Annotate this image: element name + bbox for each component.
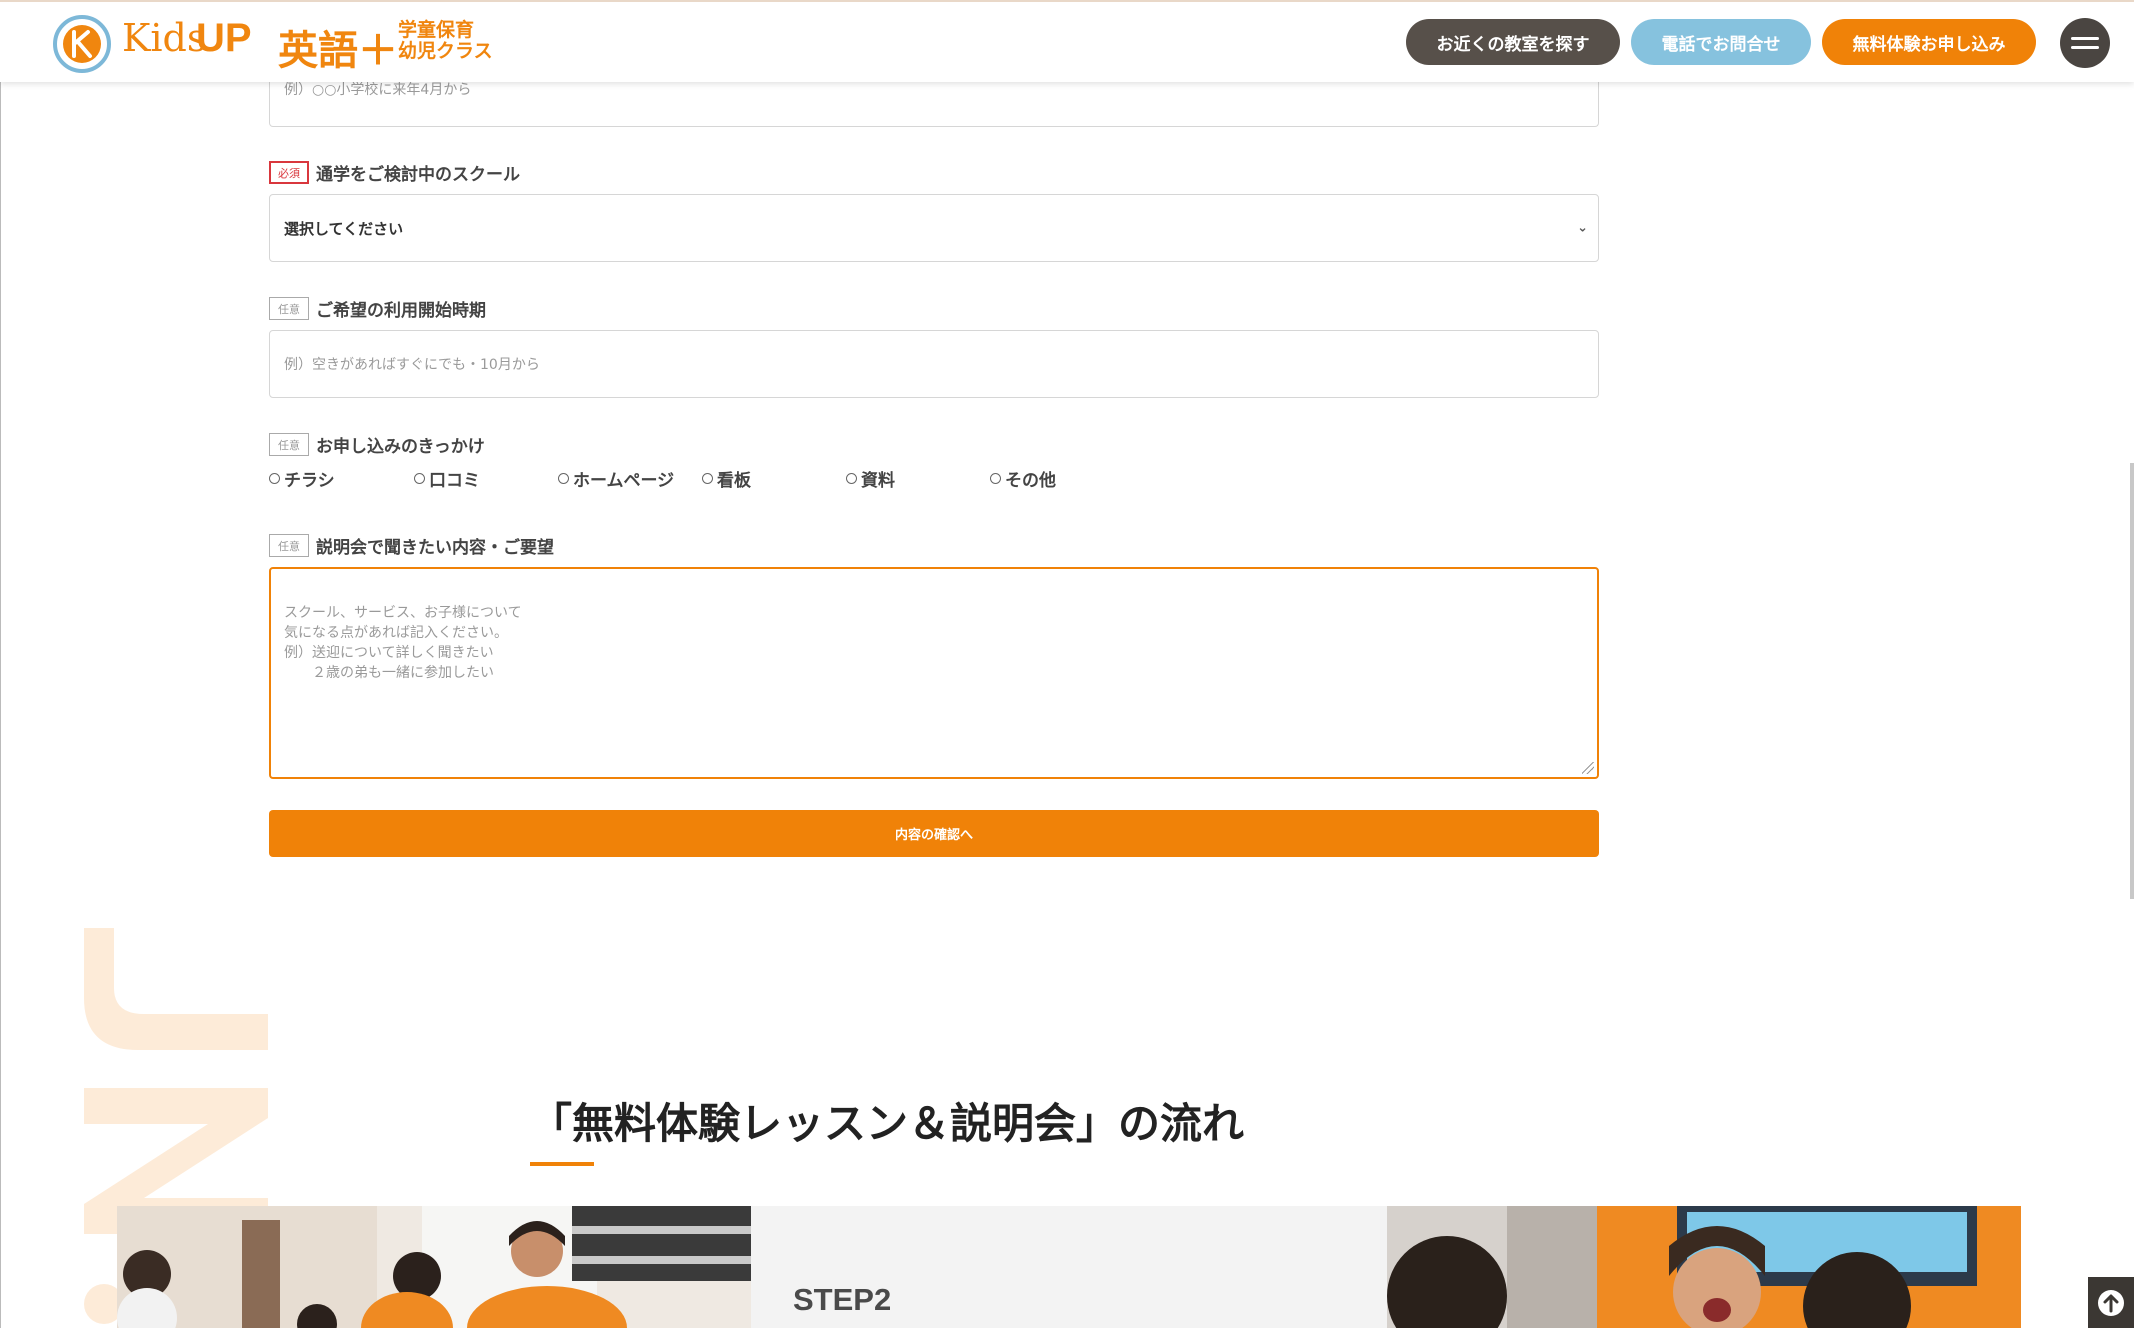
- start-time-placeholder: 例）空きがあればすぐにでも・10月から: [284, 357, 540, 373]
- radio-label: ホームページ: [573, 471, 675, 491]
- hamburger-bar: [2071, 37, 2099, 40]
- radio-circle-icon: [269, 473, 280, 484]
- start-time-label: ご希望の利用開始時期: [316, 301, 486, 321]
- request-label: 説明会で聞きたい内容・ご要望: [316, 538, 554, 558]
- resize-handle-icon[interactable]: [1582, 762, 1594, 774]
- school-select[interactable]: 選択してください ⌄: [269, 194, 1599, 262]
- start-time-input[interactable]: 例）空きがあればすぐにでも・10月から: [269, 330, 1599, 398]
- scrollbar-thumb[interactable]: [2130, 463, 2134, 899]
- chevron-down-icon: ⌄: [1577, 220, 1588, 236]
- arrow-up-circle-icon[interactable]: [2088, 1277, 2134, 1328]
- trigger-label: お申し込みのきっかけ: [316, 437, 485, 457]
- optional-badge: 任意: [269, 433, 309, 456]
- lesson-photo-left: [117, 1206, 751, 1328]
- radio-circle-icon: [846, 473, 857, 484]
- page-left-border: [0, 80, 1, 1328]
- start-time-label-row: 任意 ご希望の利用開始時期: [269, 296, 486, 321]
- logo-mark-icon[interactable]: [52, 14, 112, 74]
- site-header: Kids UP 英語＋ 学童保育 幼児クラス お近くの教室を探す 電話でお問合せ…: [0, 0, 2134, 82]
- radio-label: チラシ: [284, 471, 335, 491]
- request-placeholder: スクール、サービス、お子様について 気になる点があれば記入ください。 例）送迎に…: [284, 605, 522, 681]
- required-badge: 必須: [269, 161, 309, 184]
- radio-label: その他: [1005, 471, 1056, 491]
- previous-field-placeholder: 例）○○小学校に来年4月から: [284, 82, 472, 98]
- radio-label: 資料: [861, 471, 895, 491]
- trigger-label-row: 任意 お申し込みのきっかけ: [269, 432, 485, 457]
- radio-option-signboard[interactable]: 看板: [702, 466, 751, 491]
- hamburger-bar: [2071, 46, 2099, 49]
- title-underline: [530, 1162, 594, 1166]
- radio-option-other[interactable]: その他: [990, 466, 1056, 491]
- classroom-photo-icon: [117, 1206, 751, 1328]
- school-label: 通学をご検討中のスクール: [316, 165, 520, 185]
- logo-eigo-text[interactable]: 英語＋: [278, 18, 398, 76]
- arrow-up-glyph-icon: [2098, 1289, 2124, 1316]
- optional-badge: 任意: [269, 534, 309, 557]
- radio-circle-icon: [414, 473, 425, 484]
- radio-option-homepage[interactable]: ホームページ: [558, 466, 674, 491]
- school-label-row: 必須 通学をご検討中のスクール: [269, 160, 520, 185]
- school-select-value: 選択してください: [284, 219, 404, 238]
- radio-circle-icon: [990, 473, 1001, 484]
- teacher-photo-icon: [1387, 1206, 2021, 1328]
- confirm-button[interactable]: 内容の確認へ: [269, 810, 1599, 857]
- request-textarea[interactable]: スクール、サービス、お子様について 気になる点があれば記入ください。 例）送迎に…: [269, 567, 1599, 779]
- radio-circle-icon: [558, 473, 569, 484]
- radio-option-flyer[interactable]: チラシ: [269, 466, 335, 491]
- free-trial-button[interactable]: 無料体験お申し込み: [1822, 19, 2036, 65]
- hamburger-icon[interactable]: [2060, 18, 2110, 68]
- find-classroom-button[interactable]: お近くの教室を探す: [1406, 19, 1620, 65]
- flow-section-title: 「無料体験レッスン＆説明会」の流れ: [530, 1099, 1245, 1148]
- radio-circle-icon: [702, 473, 713, 484]
- optional-badge: 任意: [269, 297, 309, 320]
- radio-label: 看板: [717, 471, 751, 491]
- lesson-photo-right: [1387, 1206, 2021, 1328]
- step-label: STEP2: [793, 1282, 892, 1317]
- request-label-row: 任意 説明会で聞きたい内容・ご要望: [269, 533, 554, 558]
- radio-option-brochure[interactable]: 資料: [846, 466, 895, 491]
- logo-sub-line2: 幼児クラス: [398, 40, 493, 62]
- radio-label: 口コミ: [429, 471, 480, 491]
- step-panel: STEP2: [751, 1206, 1387, 1328]
- logo-sub-text: 学童保育 幼児クラス: [398, 20, 493, 62]
- logo-kids-text[interactable]: Kids: [122, 16, 206, 60]
- logo-up-text[interactable]: UP: [196, 16, 252, 61]
- logo-sub-line1: 学童保育: [398, 19, 475, 41]
- phone-inquiry-button[interactable]: 電話でお問合せ: [1631, 19, 1811, 65]
- radio-option-word-of-mouth[interactable]: 口コミ: [414, 466, 480, 491]
